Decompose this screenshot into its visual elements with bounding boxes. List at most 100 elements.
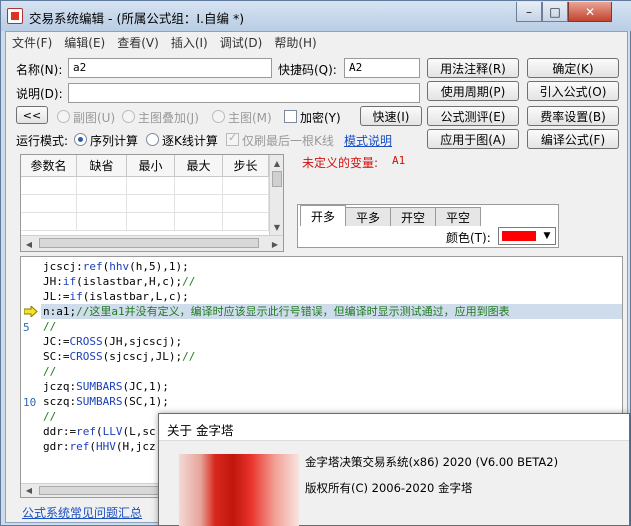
line-number: 10 bbox=[23, 396, 37, 409]
app-icon bbox=[7, 8, 23, 24]
params-row[interactable] bbox=[21, 213, 283, 231]
last-bar-checkbox[interactable] bbox=[226, 131, 239, 146]
tab-close-short[interactable]: 平空 bbox=[435, 207, 482, 226]
name-label: 名称(N): bbox=[16, 63, 63, 77]
run-sequence-label: 序列计算 bbox=[90, 134, 139, 148]
current-line-arrow-icon bbox=[23, 304, 38, 319]
shortcut-label: 快捷码(Q): bbox=[278, 63, 337, 77]
menu-edit[interactable]: 编辑(E) bbox=[58, 34, 111, 51]
run-per-bar-label: 逐K线计算 bbox=[162, 134, 218, 148]
scroll-left-icon[interactable]: ◀ bbox=[21, 236, 37, 252]
code-line[interactable]: jcscj:ref(hhv(h,5),1); bbox=[43, 259, 189, 274]
run-per-bar-radio[interactable] bbox=[146, 133, 159, 146]
params-vertical-scrollbar[interactable]: ▲ ▼ bbox=[269, 155, 283, 235]
menu-view[interactable]: 查看(V) bbox=[111, 34, 165, 51]
menu-bar: 文件(F) 编辑(E) 查看(V) 插入(I) 调试(D) 帮助(H) bbox=[6, 32, 627, 52]
faq-link[interactable]: 公式系统常见问题汇总 bbox=[22, 504, 142, 521]
code-line[interactable]: gdr:ref(HHV(H,jcz bbox=[43, 439, 156, 454]
overlay-radio[interactable] bbox=[122, 110, 135, 123]
compile-button[interactable]: 编译公式(F) bbox=[527, 129, 619, 149]
maximize-button[interactable]: □ bbox=[542, 2, 568, 22]
run-mode-label: 运行模式: bbox=[16, 134, 69, 148]
description-input[interactable] bbox=[68, 83, 420, 103]
tab-close-long[interactable]: 平多 bbox=[345, 207, 392, 226]
apply-chart-button[interactable]: 应用于图(A) bbox=[427, 129, 519, 149]
tab-open-long[interactable]: 开多 bbox=[300, 205, 347, 226]
params-row[interactable] bbox=[21, 177, 283, 195]
code-line[interactable]: // bbox=[43, 319, 56, 334]
params-header-name[interactable]: 参数名 bbox=[21, 155, 77, 176]
signal-tabs: 开多 平多 开空 平空 bbox=[300, 205, 482, 226]
menu-insert[interactable]: 插入(I) bbox=[165, 34, 214, 51]
code-line-current[interactable]: n:a1;//这里a1并没有定义，编译时应该显示此行号错误，但编译时显示测试通过… bbox=[43, 304, 510, 319]
color-label: 颜色(T): bbox=[446, 231, 491, 245]
about-product: 金字塔决策交易系统(x86) 2020 (V6.00 BETA2) bbox=[305, 455, 559, 469]
code-line[interactable]: // bbox=[43, 409, 56, 424]
title-bar[interactable]: 交易系统编辑 - (所属公式组：I.自编 *) – □ ✕ bbox=[1, 1, 631, 31]
import-formula-button[interactable]: 引入公式(O) bbox=[527, 81, 619, 101]
params-header-default[interactable]: 缺省 bbox=[77, 155, 127, 176]
menu-help[interactable]: 帮助(H) bbox=[268, 34, 322, 51]
params-header-row: 参数名 缺省 最小 最大 步长 bbox=[21, 155, 283, 177]
main-chart-radio[interactable] bbox=[212, 110, 225, 123]
scroll-up-icon[interactable]: ▲ bbox=[270, 155, 284, 171]
mode-help-link[interactable]: 模式说明 bbox=[344, 132, 392, 149]
params-scroll-thumb[interactable] bbox=[272, 171, 282, 187]
main-chart-label: 主图(M) bbox=[228, 111, 272, 125]
confirm-button[interactable]: 确定(K) bbox=[527, 58, 619, 78]
chevron-down-icon[interactable]: ▼ bbox=[539, 228, 555, 244]
code-line[interactable]: sczq:SUMBARS(SC,1); bbox=[43, 394, 169, 409]
tab-open-short[interactable]: 开空 bbox=[390, 207, 437, 226]
params-hscroll-thumb[interactable] bbox=[39, 238, 259, 248]
signal-panel: 开多 平多 开空 平空 颜色(T): ▼ bbox=[297, 204, 559, 248]
close-button[interactable]: ✕ bbox=[568, 2, 612, 22]
menu-file[interactable]: 文件(F) bbox=[6, 34, 58, 51]
menu-debug[interactable]: 调试(D) bbox=[214, 34, 269, 51]
encrypt-checkbox[interactable] bbox=[284, 110, 297, 123]
sub-chart-label: 副图(U) bbox=[73, 111, 116, 125]
pyramid-logo bbox=[179, 454, 299, 526]
name-input[interactable]: a2 bbox=[68, 58, 272, 78]
color-swatch bbox=[502, 231, 536, 241]
code-line[interactable]: JH:if(islastbar,H,c);// bbox=[43, 274, 195, 289]
collapse-button[interactable]: << bbox=[16, 106, 48, 124]
code-line[interactable]: ddr:=ref(LLV(L,sc bbox=[43, 424, 156, 439]
params-header-step[interactable]: 步长 bbox=[223, 155, 269, 176]
scroll-down-icon[interactable]: ▼ bbox=[270, 219, 284, 235]
scroll-left-icon[interactable]: ◀ bbox=[21, 483, 37, 497]
about-title: 关于 金字塔 bbox=[167, 423, 234, 438]
undefined-var-value: A1 bbox=[392, 154, 406, 167]
quick-button[interactable]: 快速(I) bbox=[360, 106, 422, 126]
use-period-button[interactable]: 使用周期(P) bbox=[427, 81, 519, 101]
formula-test-button[interactable]: 公式测评(E) bbox=[427, 106, 519, 126]
params-header-min[interactable]: 最小 bbox=[127, 155, 175, 176]
minimize-button[interactable]: – bbox=[516, 2, 542, 22]
color-picker[interactable]: ▼ bbox=[498, 227, 556, 245]
code-line[interactable]: // bbox=[43, 364, 56, 379]
params-row[interactable] bbox=[21, 195, 283, 213]
params-horizontal-scrollbar[interactable]: ◀ ▶ bbox=[21, 235, 283, 251]
description-label: 说明(D): bbox=[16, 87, 63, 101]
about-dialog: 关于 金字塔 金字塔决策交易系统(x86) 2020 (V6.00 BETA2)… bbox=[158, 413, 630, 526]
scroll-right-icon[interactable]: ▶ bbox=[267, 236, 283, 252]
code-line[interactable]: JL:=if(islastbar,L,c); bbox=[43, 289, 189, 304]
about-copyright: 版权所有(C) 2006-2020 金字塔 bbox=[305, 481, 473, 495]
window-title: 交易系统编辑 - (所属公式组：I.自编 *) bbox=[29, 11, 245, 26]
shortcut-input[interactable]: A2 bbox=[344, 58, 420, 78]
code-line[interactable]: SC:=CROSS(sjcscj,JL);// bbox=[43, 349, 195, 364]
encrypt-label: 加密(Y) bbox=[300, 111, 341, 125]
code-line[interactable]: jczq:SUMBARS(JC,1); bbox=[43, 379, 169, 394]
params-grid: 参数名 缺省 最小 最大 步长 ▲ ▼ ◀ ▶ bbox=[20, 154, 284, 252]
last-bar-label: 仅刷最后一根K线 bbox=[242, 134, 334, 148]
about-title-bar[interactable]: 关于 金字塔 bbox=[159, 414, 629, 441]
overlay-label: 主图叠加(J) bbox=[138, 111, 199, 125]
undefined-var-label: 未定义的变量: bbox=[302, 156, 379, 170]
fee-settings-button[interactable]: 费率设置(B) bbox=[527, 106, 619, 126]
usage-note-button[interactable]: 用法注释(R) bbox=[427, 58, 519, 78]
params-header-max[interactable]: 最大 bbox=[175, 155, 223, 176]
code-line[interactable]: JC:=CROSS(JH,sjcscj); bbox=[43, 334, 182, 349]
editor-gutter bbox=[21, 257, 41, 483]
sub-chart-radio[interactable] bbox=[57, 110, 70, 123]
run-sequence-radio[interactable] bbox=[74, 133, 87, 146]
line-number: 5 bbox=[23, 321, 30, 334]
